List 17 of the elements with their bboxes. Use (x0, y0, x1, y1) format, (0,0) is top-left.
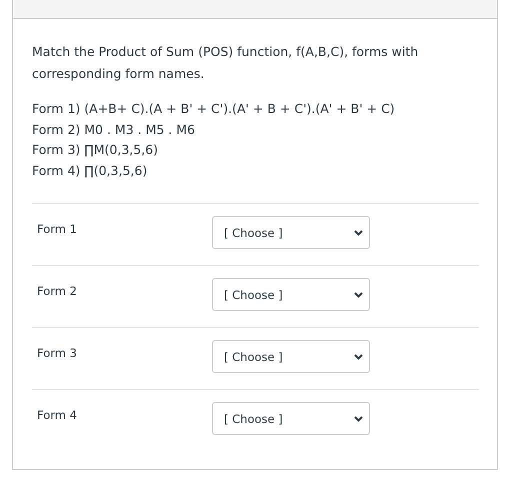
form-expression: Form 1) (A+B+ C).(A + B' + C').(A' + B + C').(A' + B' + C) (32, 100, 396, 118)
chevron-down-icon (354, 354, 363, 360)
form-expression: Form 4) ∏(0,3,5,6) (32, 162, 148, 180)
question-text: Match the Product of Sum (POS) function, f(A,B,C), forms with corresponding form names. (32, 43, 420, 83)
answer-dropdown[interactable]: [ Choose ] (212, 216, 370, 249)
chevron-down-icon (354, 292, 363, 298)
answer-dropdown[interactable]: [ Choose ] (212, 278, 370, 311)
answer-dropdown[interactable]: [ Choose ] (212, 340, 370, 373)
form-expression: Form 3) ∏M(0,3,5,6) (32, 141, 159, 159)
match-label: Form 4 (37, 407, 78, 422)
match-label: Form 3 (37, 345, 78, 360)
form-expression: Form 2) M0 . M3 . M5 . M6 (32, 120, 196, 138)
answer-dropdown[interactable]: [ Choose ] (212, 402, 370, 435)
match-label: Form 2 (37, 283, 78, 298)
match-label: Form 1 (37, 221, 78, 236)
chevron-down-icon (354, 230, 363, 236)
chevron-down-icon (354, 416, 363, 422)
